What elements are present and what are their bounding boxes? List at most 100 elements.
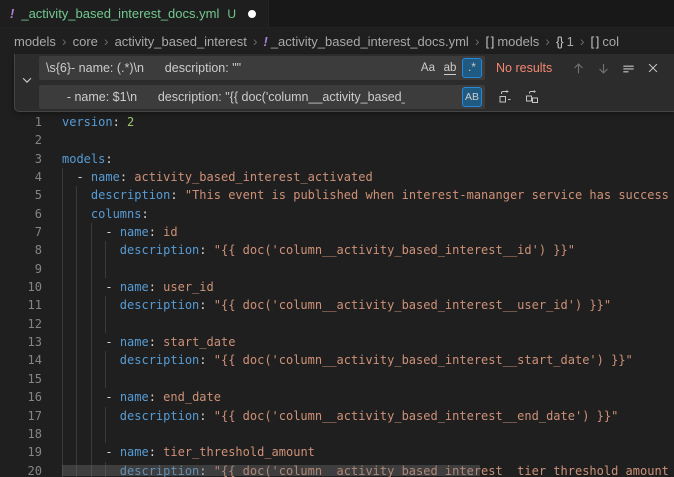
code-line-12[interactable]: 12 [0, 315, 674, 333]
line-number: 19 [0, 443, 42, 461]
code-line-7[interactable]: 7 - name: id [0, 223, 674, 241]
breadcrumb-separator-icon: › [580, 33, 585, 49]
code-text: version: 2 [62, 113, 134, 131]
breadcrumb-item-col[interactable]: [ ]col [591, 34, 619, 49]
code-line-6[interactable]: 6 columns: [0, 205, 674, 223]
horizontal-scrollbar[interactable] [62, 465, 480, 476]
code-text: - name: user_id [62, 278, 214, 296]
line-number: 14 [0, 351, 42, 369]
code-line-9[interactable]: 9 [0, 260, 674, 278]
next-match-button[interactable] [592, 57, 614, 79]
editor-tab[interactable]: ! _activity_based_interest_docs.yml U [0, 0, 269, 27]
code-text: description: "{{ doc('column__activity_b… [62, 241, 575, 259]
indent-guide [62, 443, 63, 461]
close-find-button[interactable] [642, 57, 664, 79]
tab-bar: ! _activity_based_interest_docs.yml U [0, 0, 674, 28]
indent-guide [62, 351, 63, 369]
code-line-14[interactable]: 14 description: "{{ doc('column__activit… [0, 351, 674, 369]
code-line-5[interactable]: 5 description: "This event is published … [0, 186, 674, 204]
line-number: 13 [0, 333, 42, 351]
indent-guide [76, 241, 77, 259]
code-line-1[interactable]: 1 version: 2 [0, 113, 674, 131]
toggle-replace-button[interactable] [15, 54, 39, 111]
code-area: 1 version: 223models:4 - name: activity_b… [0, 54, 674, 477]
indent-guide [76, 443, 77, 461]
yaml-file-icon: ! [263, 34, 266, 49]
chevron-down-icon [20, 73, 34, 92]
breadcrumb-item-core[interactable]: core [73, 34, 98, 49]
indent-guide [76, 407, 77, 425]
breadcrumb-item-activity_based_interest[interactable]: activity_based_interest [115, 34, 247, 49]
unsaved-changes-dot[interactable] [248, 10, 256, 18]
selection-filter-icon [621, 61, 636, 76]
previous-match-button[interactable] [567, 57, 589, 79]
code-line-2[interactable]: 2 [0, 131, 674, 149]
line-number: 1 [0, 113, 42, 131]
breadcrumb-item-_activity_based_interest_docs.yml[interactable]: !_activity_based_interest_docs.yml [263, 34, 468, 49]
indent-guide [105, 425, 106, 443]
code-line-18[interactable]: 18 [0, 425, 674, 443]
indent-guide [62, 168, 63, 186]
replace-all-button[interactable] [521, 86, 543, 108]
code-text: - name: tier_threshold_amount [62, 443, 315, 461]
replace-input[interactable] [39, 85, 485, 109]
editor-pane[interactable]: 1 version: 223models:4 - name: activity_b… [0, 54, 674, 477]
indent-guide [91, 223, 92, 241]
line-number: 16 [0, 388, 42, 406]
code-line-17[interactable]: 17 description: "{{ doc('column__activit… [0, 407, 674, 425]
code-line-11[interactable]: 11 description: "{{ doc('column__activit… [0, 296, 674, 314]
whole-word-toggle[interactable]: ab [440, 58, 460, 78]
preserve-case-toggle[interactable]: AB [462, 87, 482, 107]
indent-guide [105, 370, 106, 388]
breadcrumb-item-models[interactable]: models [14, 34, 56, 49]
code-line-15[interactable]: 15 [0, 370, 674, 388]
code-line-4[interactable]: 4 - name: activity_based_interest_activa… [0, 168, 674, 186]
line-number: 10 [0, 278, 42, 296]
indent-guide [62, 388, 63, 406]
indent-guide [91, 407, 92, 425]
indent-guide [62, 260, 63, 278]
indent-guide [76, 425, 77, 443]
indent-guide [105, 296, 106, 314]
indent-guide [62, 315, 63, 333]
replace-icon [497, 89, 513, 105]
yaml-file-icon: ! [10, 6, 14, 21]
indent-guide [76, 223, 77, 241]
breadcrumb-separator-icon: › [253, 33, 258, 49]
indent-guide [62, 333, 63, 351]
line-number: 8 [0, 241, 42, 259]
regex-toggle[interactable]: .* [462, 58, 482, 78]
match-case-toggle[interactable]: Aa [418, 58, 438, 78]
vscode-window: ! _activity_based_interest_docs.yml U mo… [0, 0, 674, 477]
code-line-13[interactable]: 13 - name: start_date [0, 333, 674, 351]
indent-guide [62, 278, 63, 296]
find-in-selection-button[interactable] [617, 57, 639, 79]
replace-all-icon [524, 89, 540, 105]
arrow-up-icon [571, 61, 586, 76]
breadcrumb-item-models[interactable]: [ ]models [486, 34, 540, 49]
code-line-16[interactable]: 16 - name: end_date [0, 388, 674, 406]
indent-guide [105, 315, 106, 333]
breadcrumb-item-1[interactable]: {}1 [556, 34, 574, 49]
indent-guide [91, 296, 92, 314]
code-text: - name: end_date [62, 388, 221, 406]
line-number: 6 [0, 205, 42, 223]
indent-guide [62, 186, 63, 204]
code-line-10[interactable]: 10 - name: user_id [0, 278, 674, 296]
code-line-19[interactable]: 19 - name: tier_threshold_amount [0, 443, 674, 461]
close-icon [646, 61, 660, 75]
code-line-8[interactable]: 8 description: "{{ doc('column__activity… [0, 241, 674, 259]
breadcrumb-label: 1 [567, 34, 574, 49]
indent-guide [91, 351, 92, 369]
indent-guide [62, 296, 63, 314]
indent-guide [76, 388, 77, 406]
indent-guide [62, 370, 63, 388]
indent-guide [76, 205, 77, 223]
breadcrumb: models›core›activity_based_interest›!_ac… [0, 28, 674, 54]
replace-button[interactable] [494, 86, 516, 108]
code-line-3[interactable]: 3models: [0, 150, 674, 168]
symbol-icon: [ ] [591, 34, 599, 49]
indent-guide [76, 260, 77, 278]
arrow-down-icon [596, 61, 611, 76]
indent-guide [105, 407, 106, 425]
